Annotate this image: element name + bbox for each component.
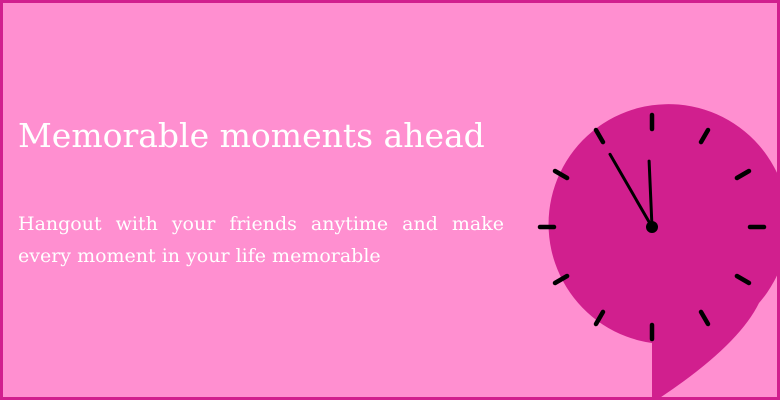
promo-banner: Memorable moments ahead Hangout with you… (0, 0, 780, 400)
banner-subtitle: Hangout with your friends anytime and ma… (18, 213, 504, 267)
banner-headline: Memorable moments ahead (18, 116, 485, 155)
clock-face (548, 104, 777, 397)
clock-center (646, 221, 658, 233)
clock-speech-bubble-icon (537, 104, 777, 397)
